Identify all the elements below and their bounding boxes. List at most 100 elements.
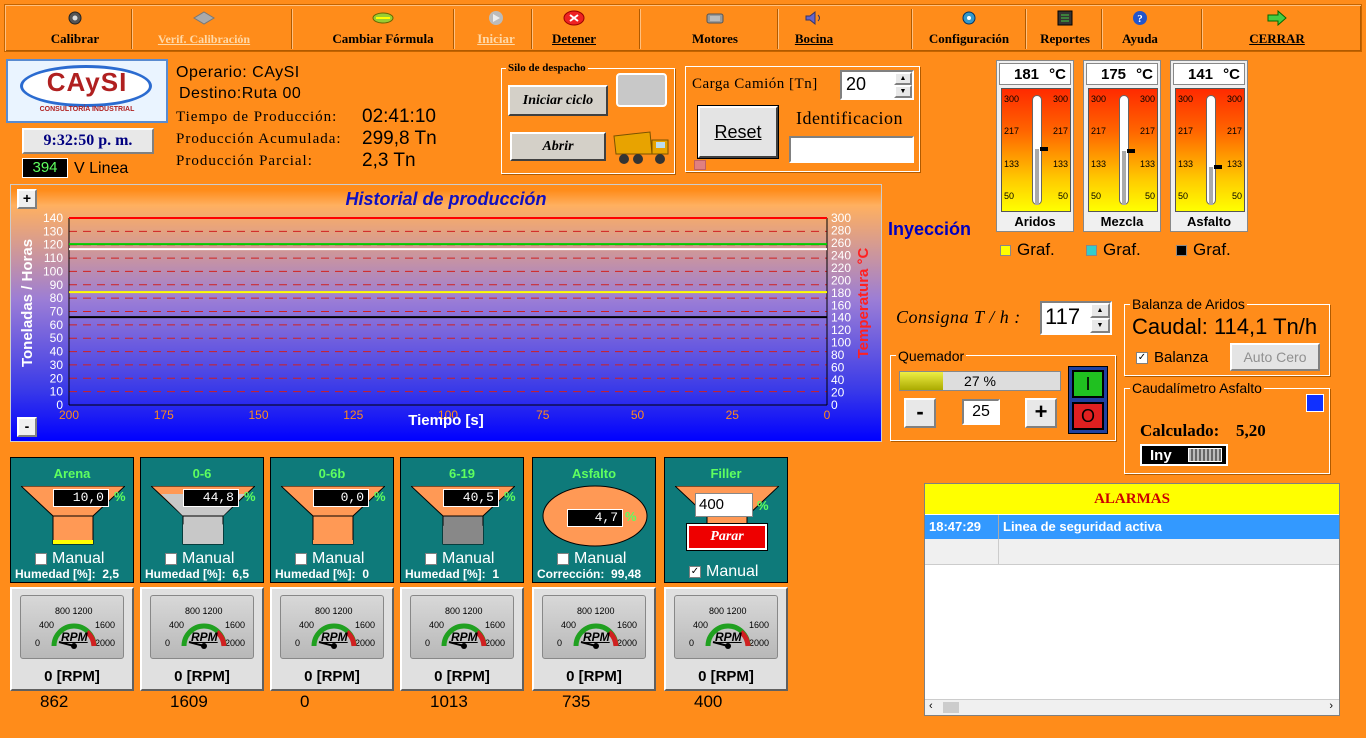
quemador-off-button[interactable]: O (1072, 402, 1104, 430)
abrir-button[interactable]: Abrir (510, 132, 606, 161)
manual-checkbox[interactable]: Manual (425, 550, 494, 568)
zoom-in-button[interactable]: + (17, 189, 37, 209)
balanza-checkbox[interactable]: ✓ Balanza (1136, 349, 1208, 366)
arrow-right-icon (1267, 10, 1287, 26)
cerrar-button[interactable]: CERRAR (1225, 5, 1329, 51)
consigna-down[interactable]: ▼ (1090, 318, 1110, 333)
diamond-icon (193, 11, 215, 25)
tick-label: 300 (1226, 94, 1242, 104)
temp-scale: 300 300 217 217 133 133 50 50 (1001, 88, 1071, 212)
rpm-gauge: 800 1200 400 1600 0 2000 RPM 0 [RPM] (664, 587, 788, 691)
vlinea-label: V Linea (74, 160, 129, 177)
hopper-title: Filler (710, 466, 742, 481)
tick-label: 300 (1052, 94, 1068, 104)
hopper-title: 0-6b (318, 466, 346, 481)
hopper-sub: Humedad [%]: 2,5 (15, 567, 120, 581)
carga-up[interactable]: ▲ (894, 72, 912, 85)
hopper-title: 0-6 (192, 466, 212, 481)
graf-mezcla[interactable]: Graf. (1086, 240, 1176, 260)
quemador-on-button[interactable]: I (1072, 370, 1104, 398)
motores-button[interactable]: Motores (677, 5, 753, 51)
manual-checkbox[interactable]: Manual (165, 550, 234, 568)
consigna-up[interactable]: ▲ (1090, 303, 1110, 318)
configuracion-button[interactable]: Configuración (913, 5, 1025, 51)
detener-button[interactable]: Detener (541, 5, 607, 51)
toolbar: Calibrar Verif. Calibración Cambiar Fórm… (4, 4, 1362, 52)
manual-checkbox[interactable]: Manual (557, 550, 626, 568)
clock: 9:32:50 p. m. (22, 128, 154, 154)
toggle-knob (1188, 448, 1222, 462)
inyeccion-label[interactable]: Inyección (888, 219, 971, 240)
y-axis-label: Toneladas / Horas (19, 238, 36, 368)
tick-label: 217 (1139, 126, 1155, 136)
y2-tick-label: 0 (831, 398, 838, 412)
cambiar-formula-button[interactable]: Cambiar Fórmula (315, 5, 451, 51)
y-tick-label: 20 (50, 371, 64, 385)
tick-label: 50 (1091, 191, 1102, 201)
calc-label: Calculado: (1140, 421, 1220, 440)
iniciar-button[interactable]: Iniciar (463, 5, 529, 51)
hopper-value: 40,5 (443, 489, 499, 507)
thermo-level (1209, 167, 1213, 205)
graf-swatch (1086, 244, 1097, 256)
rpm-value: 0 [RPM] (304, 668, 360, 685)
graf-swatch (1176, 244, 1187, 256)
gear-icon (68, 11, 82, 25)
quemador-minus[interactable]: - (904, 398, 936, 428)
hopper-count: 1013 (430, 692, 468, 711)
hopper-0-6: 0-6 44,8 % Manual Humedad [%]: 6,5 (140, 457, 264, 583)
scroll-thumb[interactable] (943, 702, 959, 713)
tick-label: 217 (1052, 126, 1068, 136)
ident-input[interactable] (789, 136, 914, 163)
scroll-left-icon[interactable]: ‹ (929, 700, 933, 712)
y-tick-label: 140 (43, 211, 63, 225)
tick-label: 217 (1178, 126, 1194, 136)
motor-icon (706, 13, 724, 24)
rpm-value: 0 [RPM] (44, 668, 100, 685)
auto-cero-button[interactable]: Auto Cero (1230, 343, 1320, 371)
hopper-0-6b: 0-6b 0,0 % Manual Humedad [%]: 0 (270, 457, 394, 583)
vlinea-value: 394 (22, 158, 68, 178)
alarm-row[interactable]: 18:47:29 Linea de seguridad activa (925, 515, 1339, 539)
iny-toggle[interactable]: Iny (1140, 444, 1228, 466)
parcial-value: 2,3 Tn (362, 150, 416, 171)
scroll-right-icon[interactable]: › (1329, 700, 1333, 712)
y-tick-label: 90 (50, 278, 64, 292)
bocina-button[interactable]: Bocina (783, 5, 845, 51)
manual-checkbox[interactable]: Manual (35, 550, 104, 568)
manual-checkbox[interactable]: ✓ Manual (689, 563, 758, 581)
rpm-gauge: 800 1200 400 1600 0 2000 RPM 0 [RPM] (532, 587, 656, 691)
alarms-scrollbar[interactable]: ‹ › (925, 699, 1339, 715)
reset-indicator (694, 160, 706, 170)
graf-swatch (1000, 244, 1011, 256)
quemador-value[interactable]: 25 (962, 399, 1000, 425)
parar-button[interactable]: Parar (686, 523, 768, 551)
verif-calibracion-button[interactable]: Verif. Calibración (135, 5, 273, 51)
tick-label: 300 (1004, 94, 1020, 104)
graf-aridos[interactable]: Graf. (1000, 240, 1086, 260)
manual-checkbox[interactable]: Manual (295, 550, 364, 568)
y-tick-label: 30 (50, 358, 64, 372)
reportes-button[interactable]: Reportes (1029, 5, 1101, 51)
ayuda-button[interactable]: ? Ayuda (1105, 5, 1175, 51)
graf-asfalto[interactable]: Graf. (1176, 240, 1262, 260)
logo-text: CAySI (46, 67, 128, 97)
carga-down[interactable]: ▼ (894, 85, 912, 98)
reset-button[interactable]: Reset (697, 105, 779, 159)
settings-icon (962, 11, 976, 25)
y-tick-label: 120 (43, 238, 63, 252)
tiempo-value: 02:41:10 (362, 106, 436, 127)
rpm-gauge: 800 1200 400 1600 0 2000 RPM 0 [RPM] (400, 587, 524, 691)
iniciar-ciclo-button[interactable]: Iniciar ciclo (508, 85, 608, 116)
tick-label: 300 (1139, 94, 1155, 104)
hopper-sub: Humedad [%]: 6,5 (145, 567, 250, 581)
calibrar-button[interactable]: Calibrar (35, 5, 115, 51)
play-icon (489, 11, 503, 25)
hopper-sub: Corrección: 99,48 (537, 567, 642, 581)
filler-input[interactable]: 400 (695, 493, 753, 517)
quemador-plus[interactable]: + (1025, 398, 1057, 428)
hopper-6-19: 6-19 40,5 % Manual Humedad [%]: 1 (400, 457, 524, 583)
y-tick-label: 40 (50, 345, 64, 359)
silo-indicator (616, 73, 667, 107)
hopper-title: Asfalto (571, 466, 617, 481)
